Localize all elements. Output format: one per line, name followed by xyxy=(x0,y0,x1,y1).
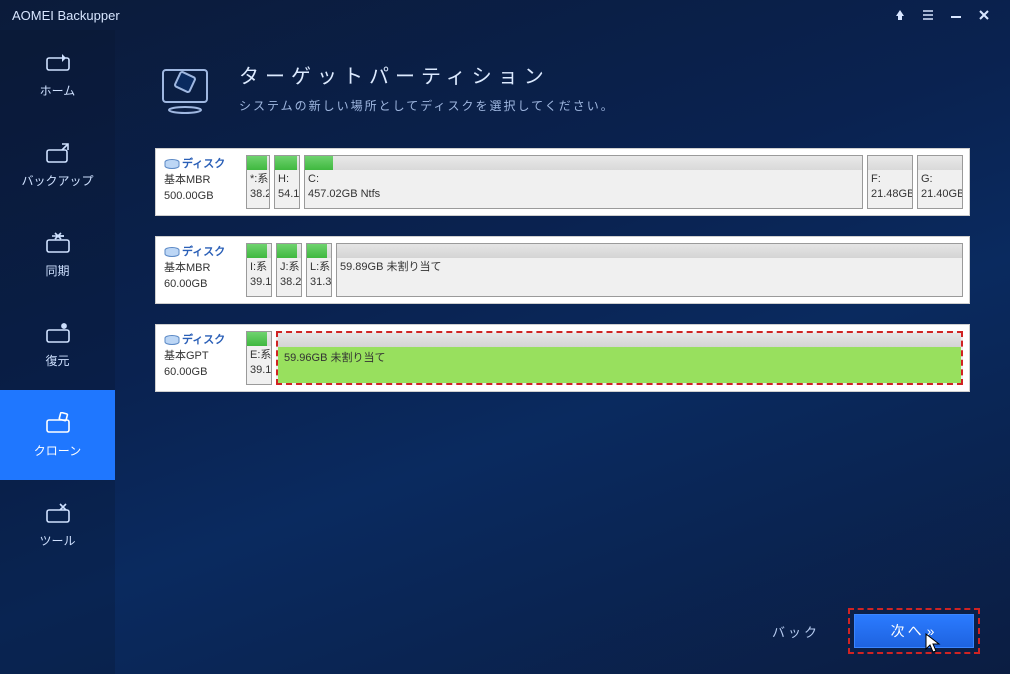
disk-list: ディスク基本MBR500.00GB*:系38.2H:54.1C:457.02GB… xyxy=(155,148,970,392)
partition[interactable]: *:系38.2 xyxy=(246,155,270,209)
backup-icon xyxy=(44,142,72,164)
upgrade-icon[interactable] xyxy=(886,1,914,29)
back-button[interactable]: バック xyxy=(772,622,820,641)
partition[interactable]: H:54.1 xyxy=(274,155,300,209)
nav-label: ホーム xyxy=(40,82,76,99)
page-title: ターゲットパーティション xyxy=(239,60,615,89)
disk-row[interactable]: ディスク基本MBR500.00GB*:系38.2H:54.1C:457.02GB… xyxy=(155,148,970,216)
next-button-highlight: 次へ » xyxy=(848,608,980,654)
partition[interactable]: I:系39.1 xyxy=(246,243,272,297)
partition[interactable]: G:21.40GB xyxy=(917,155,963,209)
chevron-right-icon: » xyxy=(927,623,938,639)
nav-label: ツール xyxy=(39,532,75,549)
nav-label: クローン xyxy=(34,442,81,459)
page-header: ターゲットパーティション システムの新しい場所としてディスクを選択してください。 xyxy=(155,60,970,120)
partition-hero-icon xyxy=(155,60,215,120)
main-content: ターゲットパーティション システムの新しい場所としてディスクを選択してください。… xyxy=(115,30,1010,674)
disk-row[interactable]: ディスク基本MBR60.00GBI:系39.1J:系38.2L:系31.359.… xyxy=(155,236,970,304)
nav-label: 同期 xyxy=(45,262,69,279)
nav-home[interactable]: ホーム xyxy=(0,30,115,120)
partition-unallocated[interactable]: 59.89GB 未割り当て xyxy=(336,243,963,297)
nav-backup[interactable]: バックアップ xyxy=(0,120,115,210)
home-icon xyxy=(44,52,72,74)
nav-restore[interactable]: 復元 xyxy=(0,300,115,390)
next-button[interactable]: 次へ » xyxy=(854,614,974,648)
titlebar: AOMEI Backupper xyxy=(0,0,1010,30)
disk-meta: ディスク基本GPT60.00GB xyxy=(162,331,242,385)
clone-icon xyxy=(44,412,72,434)
close-button[interactable] xyxy=(970,1,998,29)
minimize-button[interactable] xyxy=(942,1,970,29)
sidebar: ホーム バックアップ 同期 復元 クローン ツール xyxy=(0,30,115,674)
nav-label: 復元 xyxy=(45,352,69,369)
partition[interactable]: E:系39.1 xyxy=(246,331,272,385)
footer: バック 次へ » xyxy=(772,608,980,654)
nav-label: バックアップ xyxy=(21,172,93,189)
nav-clone[interactable]: クローン xyxy=(0,390,115,480)
sync-icon xyxy=(44,232,72,254)
next-label: 次へ xyxy=(891,621,925,641)
disk-meta: ディスク基本MBR500.00GB xyxy=(162,155,242,209)
partition[interactable]: C:457.02GB Ntfs xyxy=(304,155,863,209)
menu-icon[interactable] xyxy=(914,1,942,29)
disk-meta: ディスク基本MBR60.00GB xyxy=(162,243,242,297)
nav-tools[interactable]: ツール xyxy=(0,480,115,570)
disk-row[interactable]: ディスク基本GPT60.00GBE:系39.159.96GB 未割り当て xyxy=(155,324,970,392)
page-subtitle: システムの新しい場所としてディスクを選択してください。 xyxy=(239,97,615,114)
app-title: AOMEI Backupper xyxy=(12,8,120,23)
partition[interactable]: L:系31.3 xyxy=(306,243,332,297)
partition[interactable]: J:系38.2 xyxy=(276,243,302,297)
partition[interactable]: F:21.48GB xyxy=(867,155,913,209)
partition-unallocated[interactable]: 59.96GB 未割り当て xyxy=(276,331,963,385)
restore-icon xyxy=(44,322,72,344)
nav-sync[interactable]: 同期 xyxy=(0,210,115,300)
tools-icon xyxy=(44,502,72,524)
